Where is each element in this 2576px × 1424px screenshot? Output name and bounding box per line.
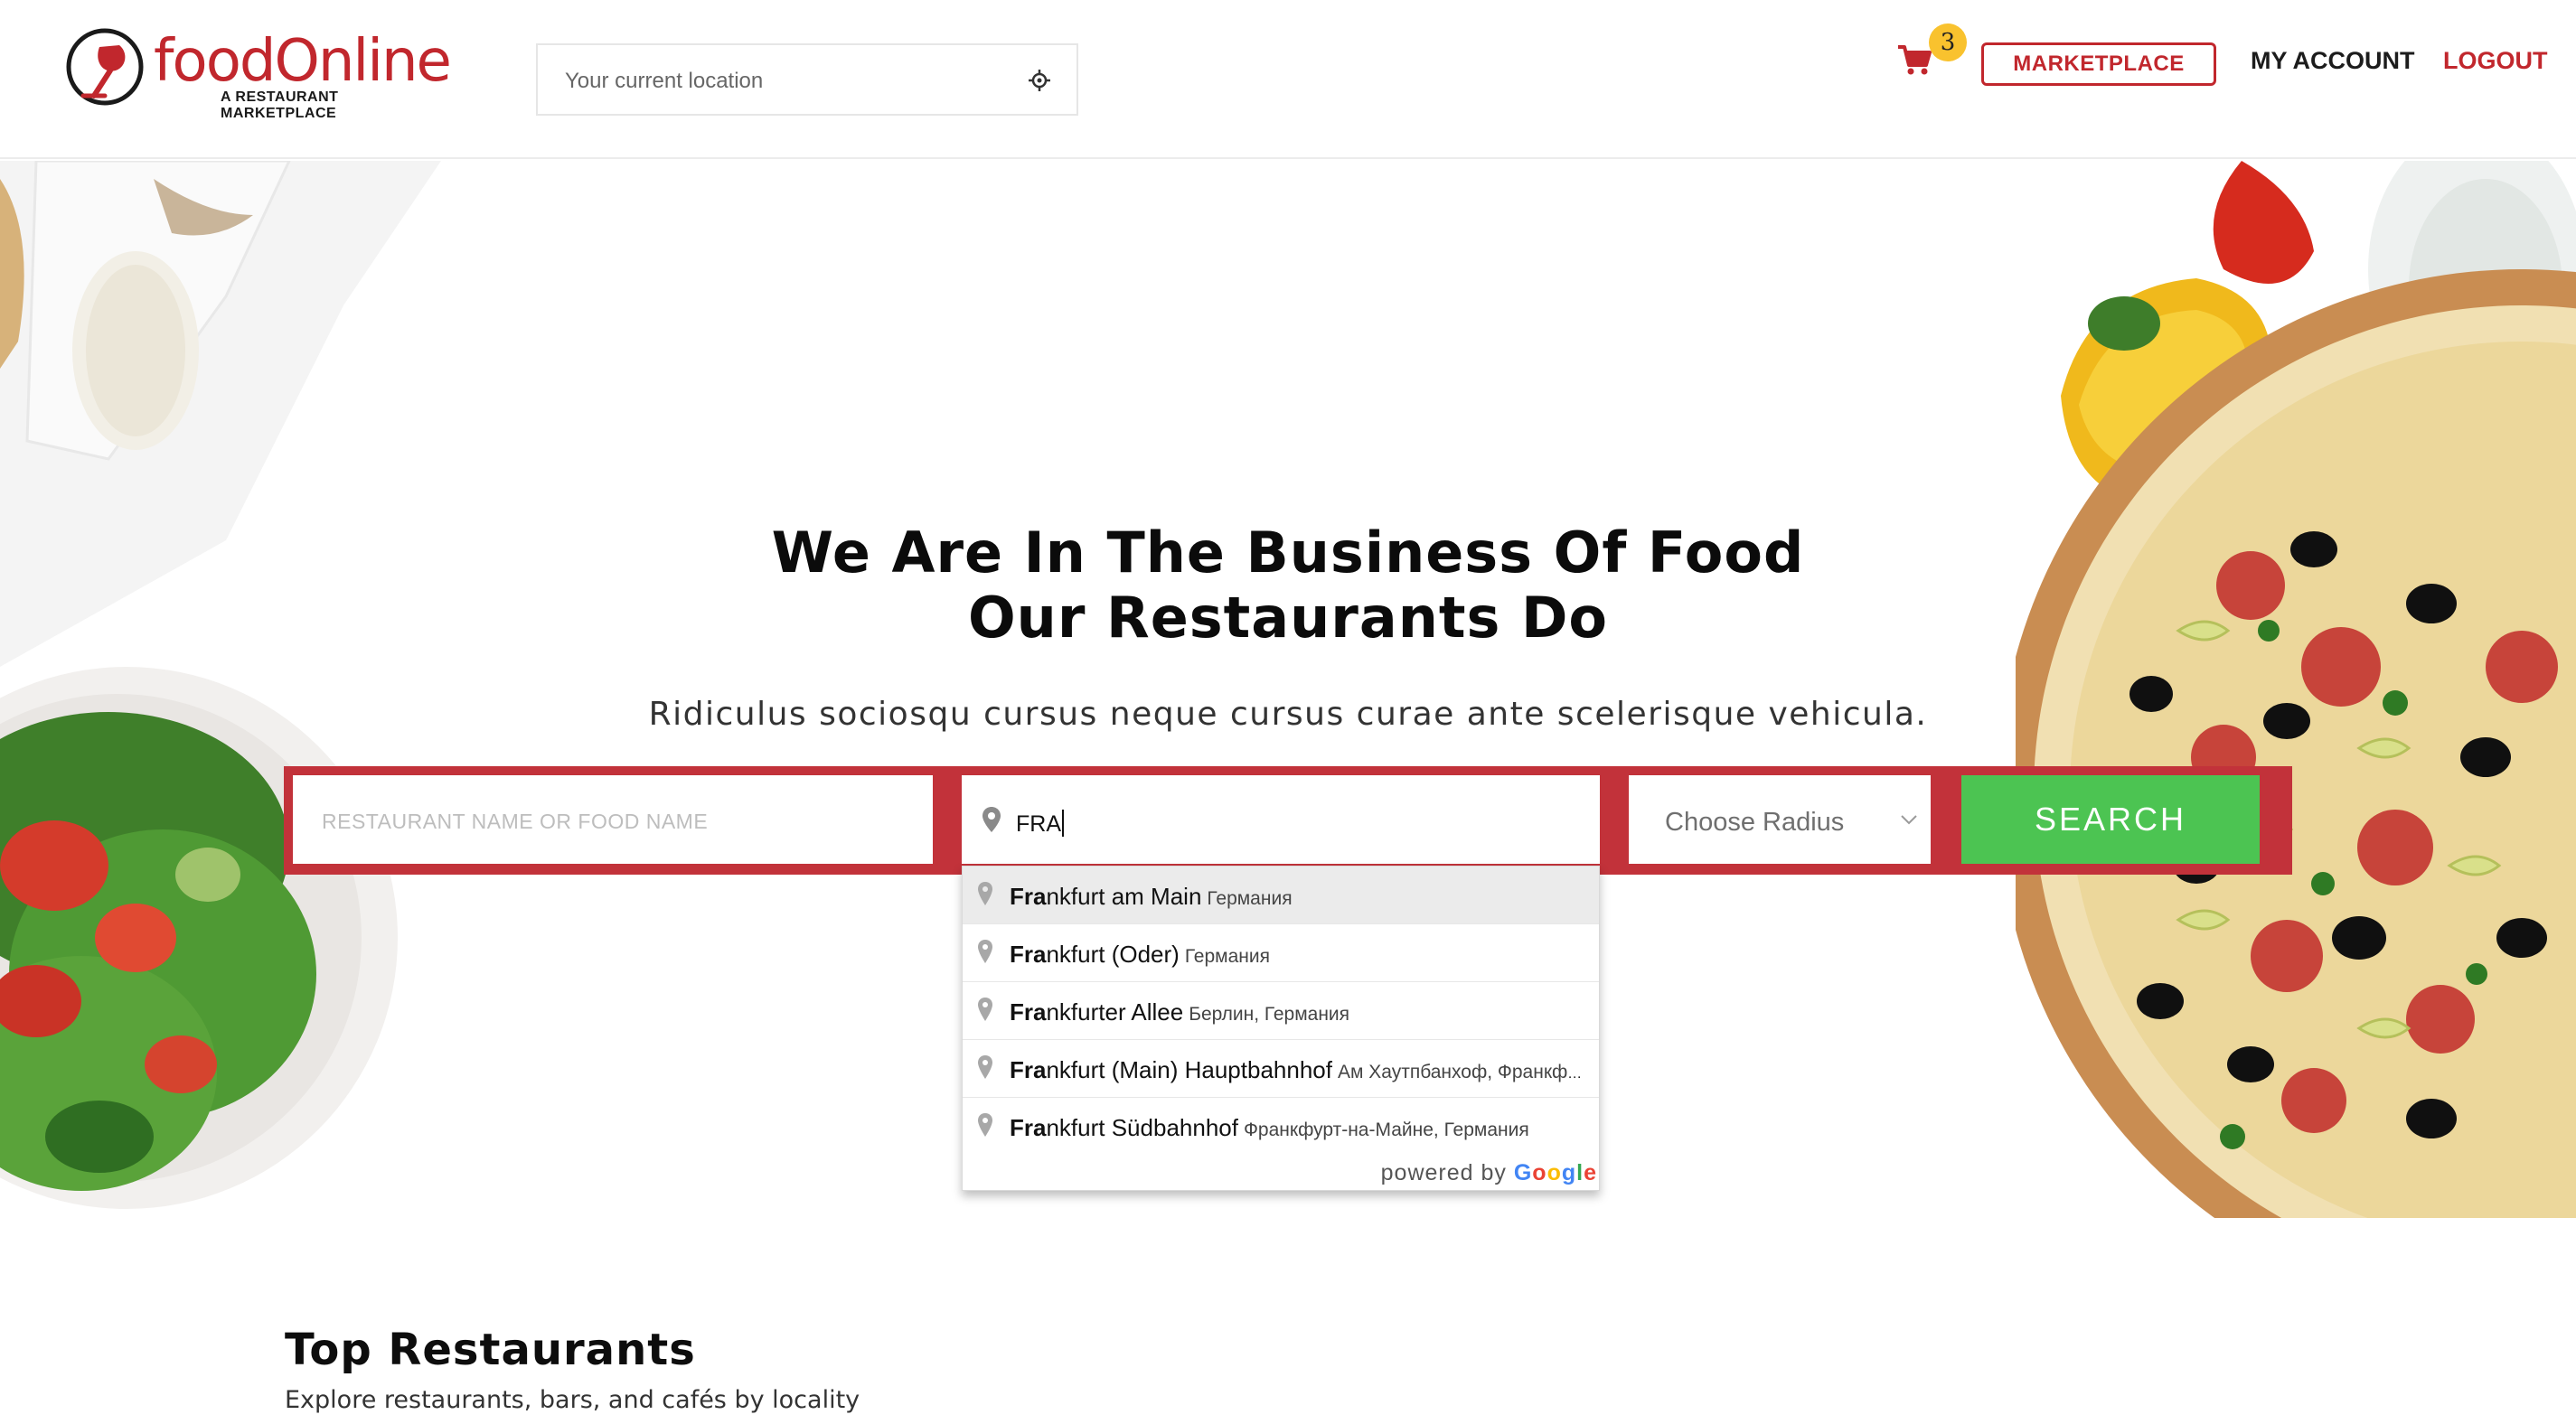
map-pin-icon: [978, 1113, 992, 1137]
google-logo-letter: o: [1547, 1160, 1562, 1185]
restaurant-food-placeholder: RESTAURANT NAME OR FOOD NAME: [322, 810, 709, 833]
search-button[interactable]: SEARCH: [1961, 775, 2260, 864]
logo[interactable]: foodOnline A RESTAURANT MARKETPLACE: [63, 25, 452, 121]
crosshair-icon[interactable]: [1028, 69, 1051, 92]
hero-title-line1: We Are In The Business Of Food: [771, 520, 1805, 586]
google-logo-letter: o: [1532, 1160, 1547, 1185]
chevron-down-icon: [1901, 815, 1917, 825]
hero-title: We Are In The Business Of Food Our Resta…: [0, 520, 2576, 651]
cart-icon[interactable]: [1896, 42, 1932, 78]
map-pin-icon: [978, 882, 992, 905]
map-pin-icon: [978, 940, 992, 963]
wine-glass-logo-icon: [66, 28, 144, 106]
autocomplete-suggestion[interactable]: Frankfurter Allee Берлин, Германия: [963, 982, 1599, 1040]
logo-tagline: A RESTAURANT MARKETPLACE: [221, 89, 339, 121]
powered-by-google: powered by Google: [1380, 1160, 1597, 1185]
google-logo-letter: g: [1561, 1160, 1577, 1185]
text-cursor: [1062, 810, 1064, 837]
top-restaurants-heading: Top Restaurants: [285, 1325, 696, 1375]
autocomplete-suggestion[interactable]: Frankfurt (Main) Hauptbahnhof Ам Хаутпбан…: [963, 1040, 1599, 1098]
marketplace-button[interactable]: MARKETPLACE: [1981, 42, 2216, 86]
autocomplete-suggestion[interactable]: Frankfurt (Oder) Германия: [963, 924, 1599, 982]
site-header: foodOnline A RESTAURANT MARKETPLACE Your…: [0, 0, 2576, 159]
autocomplete-suggestion[interactable]: Frankfurt am Main Германия: [963, 867, 1599, 924]
google-logo-letter: G: [1513, 1160, 1533, 1185]
logout-link[interactable]: LOGOUT: [2443, 47, 2548, 75]
pizza-image: [2016, 161, 2576, 1218]
autocomplete-suggestion[interactable]: Frankfurt Südbahnhof Франкфурт-на-Майне, …: [963, 1098, 1599, 1156]
top-restaurants-subtitle: Explore restaurants, bars, and cafés by …: [285, 1386, 860, 1414]
hero-title-line2: Our Restaurants Do: [967, 585, 1609, 651]
map-pin-icon: [978, 998, 992, 1021]
radius-select[interactable]: Choose Radius: [1629, 775, 1931, 864]
map-pin-icon: [978, 1055, 992, 1079]
map-pin-icon: [982, 807, 1001, 832]
my-account-link[interactable]: MY ACCOUNT: [2251, 47, 2415, 75]
google-logo-letter: l: [1576, 1160, 1584, 1185]
google-logo-letter: e: [1584, 1160, 1597, 1185]
location-search-input[interactable]: FRA: [962, 775, 1600, 864]
salad-plate-image: [0, 161, 441, 1209]
cart-count-badge: 3: [1929, 23, 1967, 61]
restaurant-food-input[interactable]: RESTAURANT NAME OR FOOD NAME: [293, 775, 933, 864]
google-logo: Google: [1514, 1160, 1597, 1185]
location-autocomplete-dropdown: Frankfurt am Main Германия Frankfurt (Ode…: [962, 866, 1600, 1191]
search-bar: RESTAURANT NAME OR FOOD NAME FRA Choose …: [284, 766, 2292, 875]
radius-select-value: Choose Radius: [1665, 808, 1845, 837]
hero-subtitle: Ridiculus sociosqu cursus neque cursus c…: [648, 696, 1928, 733]
current-location-input[interactable]: Your current location: [536, 43, 1078, 116]
logo-wordmark: foodOnline: [154, 28, 452, 95]
current-location-placeholder: Your current location: [565, 69, 764, 93]
location-search-value: FRA: [1016, 810, 1064, 838]
